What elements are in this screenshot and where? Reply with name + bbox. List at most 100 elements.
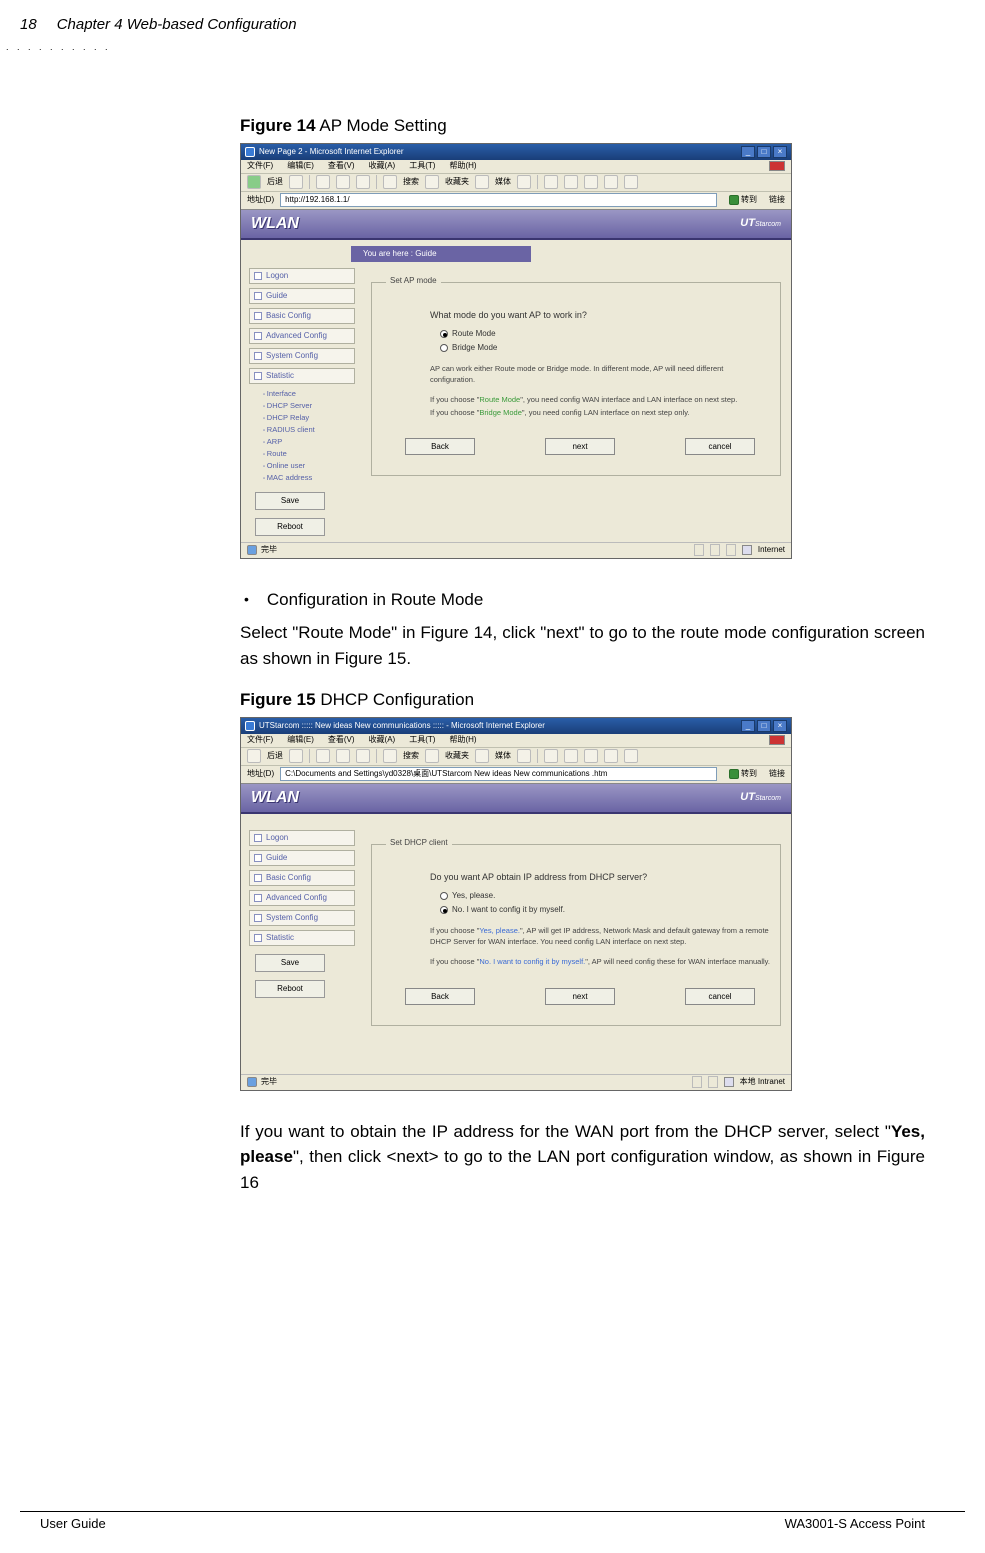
print-button[interactable]: [564, 749, 578, 763]
menu-tools[interactable]: 工具(T): [409, 734, 435, 746]
stop-button[interactable]: [316, 175, 330, 189]
search-button[interactable]: [383, 175, 397, 189]
sub-dhcp-server[interactable]: DHCP Server: [263, 400, 355, 412]
history-button[interactable]: [517, 175, 531, 189]
sidebar-item-statistic[interactable]: Statistic: [249, 930, 355, 946]
menu-file[interactable]: 文件(F): [247, 160, 273, 172]
menu-tools[interactable]: 工具(T): [409, 160, 435, 172]
cancel-button[interactable]: cancel: [685, 438, 755, 455]
menu-view[interactable]: 查看(V): [328, 160, 355, 172]
bullet-dot: •: [244, 587, 249, 611]
menu-edit[interactable]: 编辑(E): [287, 160, 314, 172]
menu-file[interactable]: 文件(F): [247, 734, 273, 746]
sidebar-item-logon[interactable]: Logon: [249, 268, 355, 284]
history-button[interactable]: [517, 749, 531, 763]
minimize-button[interactable]: _: [741, 720, 755, 732]
sidebar-item-guide[interactable]: Guide: [249, 850, 355, 866]
forward-button[interactable]: [289, 175, 303, 189]
menu-help[interactable]: 帮助(H): [449, 734, 476, 746]
sidebar-item-system[interactable]: System Config: [249, 348, 355, 364]
favorites-button[interactable]: [425, 175, 439, 189]
discuss-button[interactable]: [604, 749, 618, 763]
minimize-button[interactable]: _: [741, 146, 755, 158]
links-label[interactable]: 链接: [769, 194, 785, 206]
media-button[interactable]: [475, 175, 489, 189]
maximize-button[interactable]: □: [757, 720, 771, 732]
sidebar-item-statistic[interactable]: Statistic: [249, 368, 355, 384]
sidebar-item-system[interactable]: System Config: [249, 910, 355, 926]
menu-view[interactable]: 查看(V): [328, 734, 355, 746]
favorites-button[interactable]: [425, 749, 439, 763]
go-button[interactable]: 转到: [729, 768, 757, 780]
sidebar-item-basic[interactable]: Basic Config: [249, 308, 355, 324]
close-button[interactable]: ×: [773, 720, 787, 732]
extra-button[interactable]: [624, 175, 638, 189]
chapter-title: Chapter 4 Web-based Configuration: [57, 16, 297, 33]
radio-bridge-mode[interactable]: Bridge Mode: [440, 342, 770, 354]
sidebar: Logon Guide Basic Config Advanced Config…: [241, 824, 361, 1074]
sidebar-item-basic[interactable]: Basic Config: [249, 870, 355, 886]
radio-route-mode[interactable]: Route Mode: [440, 328, 770, 340]
main-pane: Set DHCP client Do you want AP obtain IP…: [361, 824, 791, 1074]
url-input[interactable]: C:\Documents and Settings\yd0328\桌面\UTSt…: [280, 767, 717, 781]
save-button[interactable]: Save: [255, 492, 325, 510]
cancel-button[interactable]: cancel: [685, 988, 755, 1005]
back-button[interactable]: Back: [405, 438, 475, 455]
reboot-button[interactable]: Reboot: [255, 518, 325, 536]
save-button[interactable]: Save: [255, 954, 325, 972]
sidebar-item-guide[interactable]: Guide: [249, 288, 355, 304]
figure15-label: Figure 15: [240, 690, 316, 709]
sub-interface[interactable]: Interface: [263, 388, 355, 400]
button-row: Back next cancel: [390, 988, 770, 1005]
radio-yes-please[interactable]: Yes, please.: [440, 890, 770, 902]
back-button[interactable]: [247, 175, 261, 189]
menu-help[interactable]: 帮助(H): [449, 160, 476, 172]
sub-online-user[interactable]: Online user: [263, 460, 355, 472]
menu-fav[interactable]: 收藏(A): [369, 734, 396, 746]
print-button[interactable]: [564, 175, 578, 189]
menu-fav[interactable]: 收藏(A): [369, 160, 396, 172]
edit-button[interactable]: [584, 175, 598, 189]
sub-dhcp-relay[interactable]: DHCP Relay: [263, 412, 355, 424]
back-button[interactable]: Back: [405, 988, 475, 1005]
refresh-button[interactable]: [336, 749, 350, 763]
sidebar-item-advanced[interactable]: Advanced Config: [249, 890, 355, 906]
discuss-button[interactable]: [604, 175, 618, 189]
search-button[interactable]: [383, 749, 397, 763]
stop-button[interactable]: [316, 749, 330, 763]
mail-button[interactable]: [544, 749, 558, 763]
menu-edit[interactable]: 编辑(E): [287, 734, 314, 746]
sub-arp[interactable]: ARP: [263, 436, 355, 448]
sub-radius[interactable]: RADIUS client: [263, 424, 355, 436]
edit-button[interactable]: [584, 749, 598, 763]
mail-button[interactable]: [544, 175, 558, 189]
media-label: 媒体: [495, 176, 511, 188]
dhcp-question: Do you want AP obtain IP address from DH…: [430, 871, 770, 885]
figure15-title: DHCP Configuration: [316, 690, 474, 709]
extra-button[interactable]: [624, 749, 638, 763]
ie-icon: [245, 147, 255, 157]
go-icon: [729, 195, 739, 205]
links-label[interactable]: 链接: [769, 768, 785, 780]
figure15-screenshot: UTStarcom ::::: New ideas New communicat…: [240, 717, 792, 1091]
go-button[interactable]: 转到: [729, 194, 757, 206]
home-button[interactable]: [356, 175, 370, 189]
reboot-button[interactable]: Reboot: [255, 980, 325, 998]
url-input[interactable]: http://192.168.1.1/: [280, 193, 717, 207]
paragraph-2: If you want to obtain the IP address for…: [240, 1119, 925, 1196]
next-button[interactable]: next: [545, 438, 615, 455]
radio-no-myself[interactable]: No. I want to config it by myself.: [440, 904, 770, 916]
home-button[interactable]: [356, 749, 370, 763]
sidebar-item-logon[interactable]: Logon: [249, 830, 355, 846]
sidebar-item-advanced[interactable]: Advanced Config: [249, 328, 355, 344]
next-button[interactable]: next: [545, 988, 615, 1005]
maximize-button[interactable]: □: [757, 146, 771, 158]
window-titlebar: UTStarcom ::::: New ideas New communicat…: [241, 718, 791, 734]
close-button[interactable]: ×: [773, 146, 787, 158]
refresh-button[interactable]: [336, 175, 350, 189]
media-button[interactable]: [475, 749, 489, 763]
sub-route[interactable]: Route: [263, 448, 355, 460]
back-button[interactable]: [247, 749, 261, 763]
sub-mac[interactable]: MAC address: [263, 472, 355, 484]
forward-button[interactable]: [289, 749, 303, 763]
